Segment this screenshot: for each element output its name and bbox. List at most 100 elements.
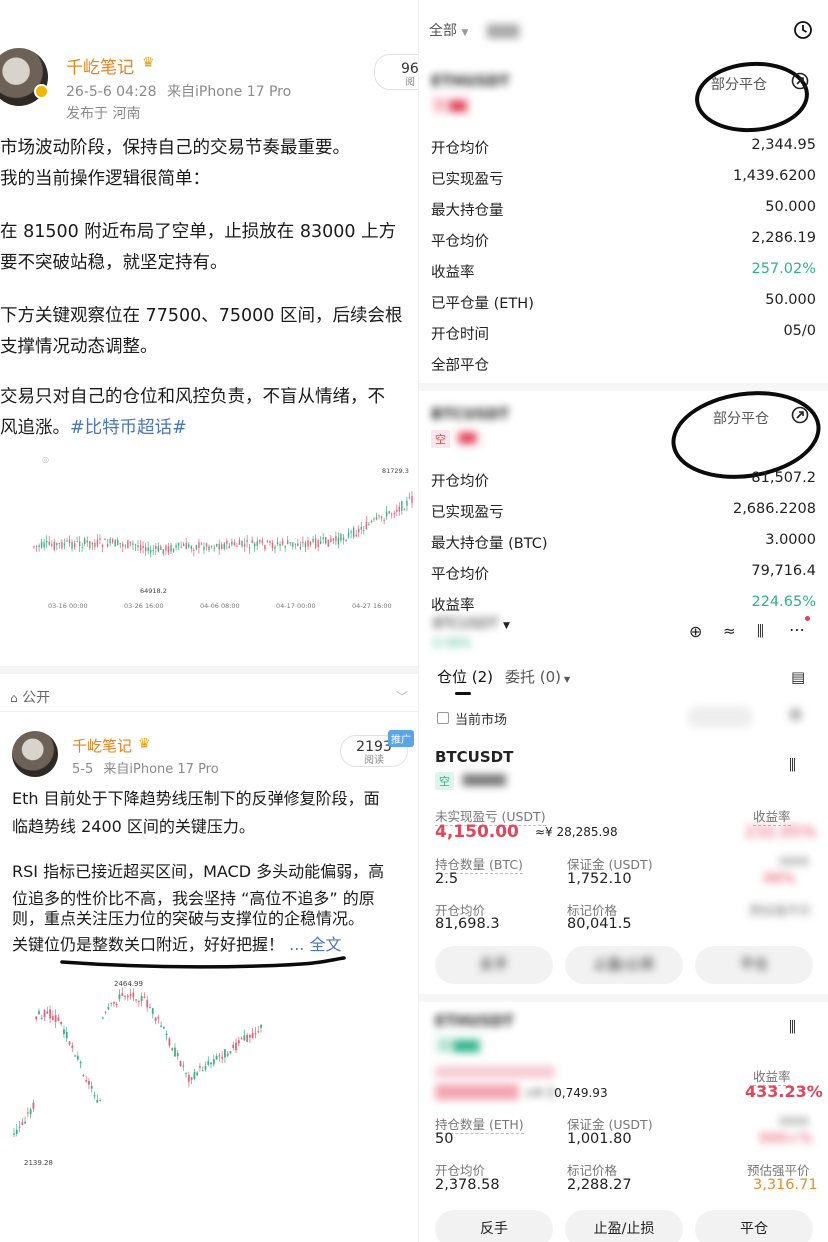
post-line: 支撑情况动态调整。 (0, 337, 158, 357)
candle-body (117, 539, 119, 546)
settings-icon[interactable]: ▦ (789, 706, 802, 722)
tab-orders-label: 委托 (0) (505, 668, 562, 686)
candle-body (140, 995, 143, 1002)
candle-body (58, 543, 61, 545)
candle-body (35, 545, 38, 547)
username[interactable]: 千屹笔记 (72, 735, 132, 756)
avatar[interactable] (12, 731, 58, 777)
candle-body (370, 521, 373, 523)
candle-body (157, 546, 160, 552)
x-tick-label: 04-17 00:00 (276, 602, 316, 610)
add-alert-icon[interactable]: ⊕ (689, 622, 702, 641)
tpsl-button[interactable]: 止盈/止损 (565, 946, 683, 984)
candle-body (176, 1053, 179, 1057)
filter-dropdown[interactable]: 全部 ▼ ▇▇▇ (429, 20, 519, 40)
detail-row: 收益率 224.65% (431, 594, 816, 618)
candle-body (111, 539, 114, 543)
side-tag: 空 (435, 772, 454, 790)
candle-body (18, 1126, 21, 1128)
candle-body (96, 1100, 99, 1103)
chart-icon[interactable]: ⫼ (789, 1018, 796, 1036)
detail-value: 2,686.2208 (732, 501, 816, 517)
candle-body (274, 546, 276, 549)
hashtag-link[interactable]: #比特币超话# (70, 418, 187, 438)
tab-orders[interactable]: 委托 (0) ▼ (505, 666, 570, 687)
candle-body (229, 1051, 232, 1054)
chevron-down-icon[interactable]: ﹀ (396, 688, 408, 705)
trend-icon[interactable]: ≈ (723, 622, 736, 640)
tab-underline (455, 692, 471, 695)
share-icon[interactable] (791, 72, 809, 90)
candle-body (196, 1072, 199, 1076)
reverse-button[interactable]: 反手 (435, 1210, 553, 1242)
candle-body (124, 995, 126, 997)
candle-body (243, 544, 246, 547)
candle-body (90, 1085, 93, 1089)
filter-secondary-blurred[interactable]: ▇▇▇ (487, 23, 519, 39)
candle-body (365, 521, 368, 530)
tpsl-button[interactable]: 止盈/止损 (565, 1210, 683, 1242)
history-symbol: ETHUSDT (431, 72, 510, 90)
chart-icon[interactable]: ⫼ (789, 756, 796, 774)
unrealized-pnl-label-blurred (435, 1066, 555, 1078)
candle-body (375, 516, 378, 520)
candle-body (78, 541, 81, 547)
post-1: 千屹笔记 ♛ 26-5-6 04:28 来自iPhone 17 Pro 发布于 … (0, 0, 418, 660)
close-all-button[interactable] (687, 706, 753, 728)
detail-row: 开仓均价 2,344.95 (431, 137, 816, 161)
candle-body (152, 550, 154, 552)
x-tick-label: 04-27 16:00 (352, 602, 392, 610)
candle-body (57, 1017, 60, 1021)
candle-body (195, 545, 198, 550)
candle-body (40, 1018, 43, 1020)
qty-value: 2.5 (435, 871, 459, 887)
candle-body (330, 538, 332, 542)
candle-body (236, 545, 238, 547)
position-symbol[interactable]: BTCUSDT (435, 748, 513, 766)
candle-body (61, 541, 63, 549)
candle-body (162, 549, 165, 554)
document-icon[interactable]: ▤ (791, 668, 805, 686)
current-market-checkbox[interactable] (437, 712, 449, 724)
detail-value: 3.0000 (765, 532, 816, 548)
post-device: 来自iPhone 17 Pro (166, 84, 292, 100)
candle-body (29, 1109, 32, 1114)
close-position-button[interactable]: 平仓 (695, 946, 813, 984)
read-label: 阅读 (364, 755, 384, 766)
read-count-pill[interactable]: 96 阅 (374, 54, 418, 90)
candle-body (224, 1049, 226, 1058)
candle-body (76, 1055, 79, 1060)
reverse-button[interactable]: 反手 (435, 946, 553, 984)
candle-body (73, 543, 76, 548)
chart-high-label: 2464.99 (114, 980, 143, 988)
position-symbol[interactable]: ETHUSDT (435, 1012, 514, 1030)
tab-positions[interactable]: 仓位 (2) (437, 666, 493, 687)
share-icon[interactable] (791, 406, 809, 424)
entry-price-value: 81,698.3 (435, 916, 500, 932)
eth-price-chart: 2464.99 2139.28 (13, 980, 262, 1167)
unrealized-pnl-cny-text: 0,749.93 (554, 1086, 608, 1100)
candle-body (279, 543, 281, 546)
candle-body (297, 543, 299, 547)
candle-body (240, 1038, 243, 1040)
close-position-button[interactable]: 平仓 (695, 1210, 813, 1242)
post-line: 临趋势线 2400 区间的关键压力。 (12, 817, 255, 836)
market-symbol[interactable]: BTCUSDT ▼ (433, 616, 510, 632)
liq-price-value: 3,316.71 (753, 1177, 818, 1193)
market-symbol-text: BTCUSDT (433, 616, 499, 632)
candle-body (248, 1034, 251, 1038)
candle-body (355, 534, 357, 537)
candlestick-icon[interactable]: ⫼ (757, 622, 764, 640)
candle-body (254, 1033, 257, 1035)
current-market-label: 当前市场 (455, 713, 508, 728)
candle-body (38, 1011, 40, 1015)
candle-body (93, 1095, 96, 1097)
post-separator (0, 666, 418, 674)
post-line: 要不突破站稳，就坚定持有。 (0, 253, 228, 273)
username[interactable]: 千屹笔记 (66, 53, 134, 78)
candle-body (165, 545, 167, 551)
clock-icon[interactable] (793, 20, 813, 40)
side-tag: 空 ▇▇▇ (435, 1036, 483, 1054)
more-icon[interactable]: ⋯ (789, 620, 805, 639)
detail-row: 最大持仓量 50.000 (431, 199, 816, 223)
